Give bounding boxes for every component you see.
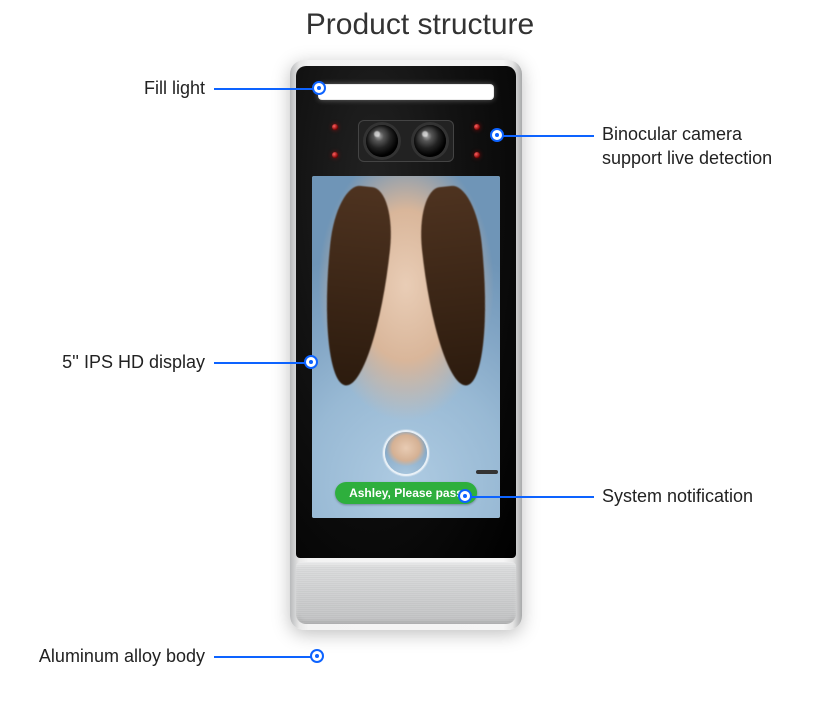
display-screen: Ashley, Please pass [312, 176, 500, 518]
leader-display [214, 362, 306, 364]
microphone-slot [476, 470, 498, 474]
callout-camera-line2: support live detection [602, 148, 772, 168]
leader-body [214, 656, 312, 658]
anchor-body [310, 649, 324, 663]
device-body: Ashley, Please pass [290, 60, 522, 630]
binocular-camera-module [358, 120, 454, 162]
leader-fill-light [214, 88, 314, 90]
ir-emitter-right [472, 124, 482, 158]
callout-fill-light: Fill light [55, 76, 205, 100]
aluminum-base [296, 562, 516, 624]
recognized-avatar [385, 432, 427, 474]
callout-body: Aluminum alloy body [10, 644, 205, 668]
ir-emitter-left [330, 124, 340, 158]
fill-light-bar [318, 84, 494, 100]
callout-camera: Binocular camera support live detection [602, 122, 832, 171]
diagram-title: Product structure [0, 8, 840, 42]
anchor-display [304, 355, 318, 369]
camera-cluster [296, 118, 516, 162]
device-front-panel: Ashley, Please pass [296, 66, 516, 558]
callout-display: 5'' IPS HD display [20, 350, 205, 374]
callout-notification: System notification [602, 484, 822, 508]
leader-camera [500, 135, 594, 137]
camera-lens-right [414, 125, 446, 157]
anchor-fill-light [312, 81, 326, 95]
leader-notification [468, 496, 594, 498]
anchor-camera [490, 128, 504, 142]
system-notification-pill: Ashley, Please pass [335, 482, 477, 504]
callout-camera-line1: Binocular camera [602, 124, 742, 144]
anchor-notification [458, 489, 472, 503]
camera-lens-left [366, 125, 398, 157]
